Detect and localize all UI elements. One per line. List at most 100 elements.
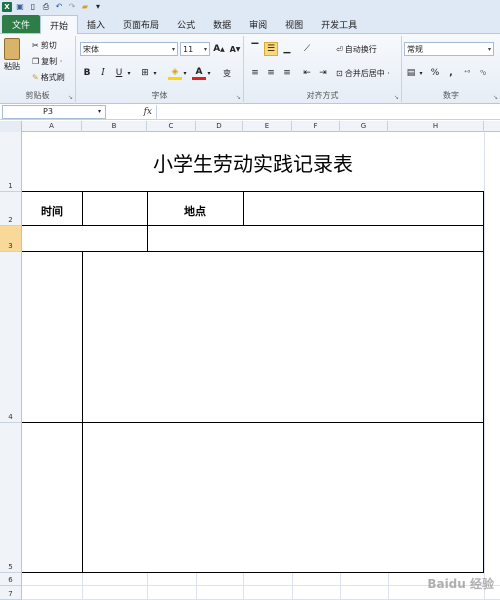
row-header-2[interactable]: 2 bbox=[0, 192, 22, 226]
align-center-icon[interactable]: ≡ bbox=[264, 66, 278, 80]
table-border bbox=[243, 191, 244, 226]
row-header-5[interactable]: 5 bbox=[0, 423, 22, 573]
font-color-button[interactable]: A bbox=[192, 66, 206, 80]
undo-icon[interactable]: ↶ bbox=[54, 2, 64, 12]
paste-button[interactable]: 粘贴 bbox=[4, 38, 20, 72]
number-format-select[interactable]: 常规 ▾ bbox=[404, 42, 494, 56]
row-header-7[interactable]: 7 bbox=[0, 586, 22, 600]
merge-icon: ⊡ bbox=[336, 69, 343, 78]
redo-icon[interactable]: ↷ bbox=[67, 2, 77, 12]
column-header-c[interactable]: C bbox=[147, 121, 196, 132]
column-header-f[interactable]: F bbox=[292, 121, 340, 132]
print-preview-icon[interactable]: ⎙ bbox=[41, 2, 51, 12]
tab-formulas[interactable]: 公式 bbox=[168, 15, 204, 33]
fill-dropdown-icon[interactable]: ▾ bbox=[181, 66, 189, 80]
table-border bbox=[22, 422, 484, 423]
bold-button[interactable]: B bbox=[80, 66, 94, 80]
borders-button[interactable]: ⊞ bbox=[138, 66, 152, 80]
tab-page-layout[interactable]: 页面布局 bbox=[114, 15, 168, 33]
table-border bbox=[147, 191, 148, 252]
number-group-label: 数字 bbox=[443, 91, 459, 100]
merge-center-button[interactable]: ⊡ 合并后居中 · bbox=[336, 68, 390, 79]
underline-dropdown-icon[interactable]: ▾ bbox=[125, 66, 133, 80]
customize-qat-icon[interactable]: ▾ bbox=[93, 2, 103, 12]
increase-indent-icon[interactable]: ⇥ bbox=[316, 66, 330, 80]
align-middle-icon[interactable]: ☰ bbox=[264, 42, 278, 56]
format-painter-button[interactable]: ✎ 格式刷 bbox=[32, 72, 65, 83]
column-header-h[interactable]: H bbox=[388, 121, 484, 132]
number-launcher-icon[interactable]: ↘ bbox=[493, 94, 498, 101]
table-border bbox=[22, 225, 484, 226]
underline-button[interactable]: U bbox=[112, 66, 126, 80]
column-header-g[interactable]: G bbox=[340, 121, 388, 132]
select-all-corner[interactable] bbox=[0, 121, 22, 132]
time-label-cell[interactable]: 时间 bbox=[22, 203, 82, 219]
font-launcher-icon[interactable]: ↘ bbox=[236, 94, 241, 101]
worksheet-grid[interactable]: A B C D E F G H 1 2 3 4 5 6 7 小学生劳动实践记录表… bbox=[0, 121, 500, 600]
ribbon-tabs: 文件 开始 插入 页面布局 公式 数据 审阅 视图 开发工具 bbox=[0, 14, 500, 34]
align-right-icon[interactable]: ≡ bbox=[280, 66, 294, 80]
tab-view[interactable]: 视图 bbox=[276, 15, 312, 33]
accounting-format-icon[interactable]: ▤ bbox=[404, 66, 418, 80]
align-left-icon[interactable]: ≡ bbox=[248, 66, 262, 80]
tab-data[interactable]: 数据 bbox=[204, 15, 240, 33]
brush-icon: ✎ bbox=[32, 73, 39, 82]
borders-dropdown-icon[interactable]: ▾ bbox=[151, 66, 159, 80]
tab-file[interactable]: 文件 bbox=[2, 15, 41, 33]
decrease-decimal-icon[interactable]: ⁰₀ bbox=[476, 66, 490, 80]
fx-icon[interactable]: fx bbox=[106, 107, 156, 117]
ribbon: 粘贴 ✂ 剪切 ❐ 复制 · ✎ 格式刷 剪贴板 ↘ 宋体 ▾ 11 ▾ A ▲ A ▼ B … bbox=[0, 34, 500, 104]
font-color-dropdown-icon[interactable]: ▾ bbox=[205, 66, 213, 80]
paste-icon bbox=[4, 38, 20, 60]
copy-icon: ❐ bbox=[32, 57, 40, 66]
chevron-down-icon: ▾ bbox=[171, 45, 175, 53]
formula-input[interactable] bbox=[156, 104, 500, 119]
fill-color-button[interactable]: ◈ bbox=[168, 66, 182, 80]
tab-developer[interactable]: 开发工具 bbox=[312, 15, 366, 33]
align-top-icon[interactable]: ▔ bbox=[248, 42, 262, 56]
font-group-label: 字体 bbox=[151, 91, 168, 100]
place-label-cell[interactable]: 地点 bbox=[147, 203, 243, 219]
row-header-6[interactable]: 6 bbox=[0, 573, 22, 586]
column-header-d[interactable]: D bbox=[196, 121, 243, 132]
decrease-indent-icon[interactable]: ⇤ bbox=[300, 66, 314, 80]
number-group: 常规 ▾ ▤ ▾ % , ⁺⁰ ⁰₀ 数字 ↘ bbox=[402, 36, 500, 102]
row-header-1[interactable]: 1 bbox=[0, 132, 22, 192]
wrap-text-icon: ⏎ bbox=[336, 45, 343, 54]
grow-font-button[interactable]: A ▲ bbox=[212, 42, 226, 56]
tab-review[interactable]: 审阅 bbox=[240, 15, 276, 33]
clipboard-launcher-icon[interactable]: ↘ bbox=[68, 94, 73, 101]
row-header-4[interactable]: 4 bbox=[0, 252, 22, 423]
excel-logo-icon: X bbox=[2, 2, 12, 12]
align-bottom-icon[interactable]: ▁ bbox=[280, 42, 294, 56]
font-family-select[interactable]: 宋体 ▾ bbox=[80, 42, 178, 56]
open-icon[interactable]: ▰ bbox=[80, 2, 90, 12]
save-icon[interactable]: ▣ bbox=[15, 2, 25, 12]
column-header-b[interactable]: B bbox=[82, 121, 147, 132]
cut-button[interactable]: ✂ 剪切 bbox=[32, 40, 57, 51]
increase-decimal-icon[interactable]: ⁺⁰ bbox=[460, 66, 474, 80]
alignment-group-label: 对齐方式 bbox=[306, 91, 339, 100]
alignment-launcher-icon[interactable]: ↘ bbox=[394, 94, 399, 101]
copy-button[interactable]: ❐ 复制 · bbox=[32, 56, 62, 67]
tab-home[interactable]: 开始 bbox=[40, 15, 79, 34]
italic-button[interactable]: I bbox=[96, 66, 110, 80]
shrink-font-button[interactable]: A ▼ bbox=[228, 42, 242, 56]
tab-insert[interactable]: 插入 bbox=[78, 15, 114, 33]
new-file-icon[interactable]: ▯ bbox=[28, 2, 38, 12]
wrap-text-button[interactable]: ⏎ 自动换行 bbox=[336, 44, 377, 55]
comma-button[interactable]: , bbox=[444, 66, 458, 80]
table-border bbox=[82, 191, 83, 226]
chevron-down-icon: ▾ bbox=[97, 108, 101, 115]
alignment-group: ▔ ☰ ▁ ⟋ ⏎ 自动换行 ≡ ≡ ≡ ⇤ ⇥ ⊡ 合并后居中 · 对齐方式 ↘ bbox=[244, 36, 402, 102]
column-header-e[interactable]: E bbox=[243, 121, 292, 132]
font-size-select[interactable]: 11 ▾ bbox=[180, 42, 210, 56]
phonetic-button[interactable]: 变 bbox=[220, 66, 234, 80]
accounting-dropdown-icon[interactable]: ▾ bbox=[417, 66, 425, 80]
orientation-icon[interactable]: ⟋ bbox=[300, 42, 314, 56]
percent-button[interactable]: % bbox=[428, 66, 442, 80]
row-header-3[interactable]: 3 bbox=[0, 226, 22, 252]
column-headers: A B C D E F G H bbox=[0, 121, 500, 132]
name-box[interactable]: P3 ▾ bbox=[2, 104, 106, 119]
column-header-a[interactable]: A bbox=[22, 121, 82, 132]
